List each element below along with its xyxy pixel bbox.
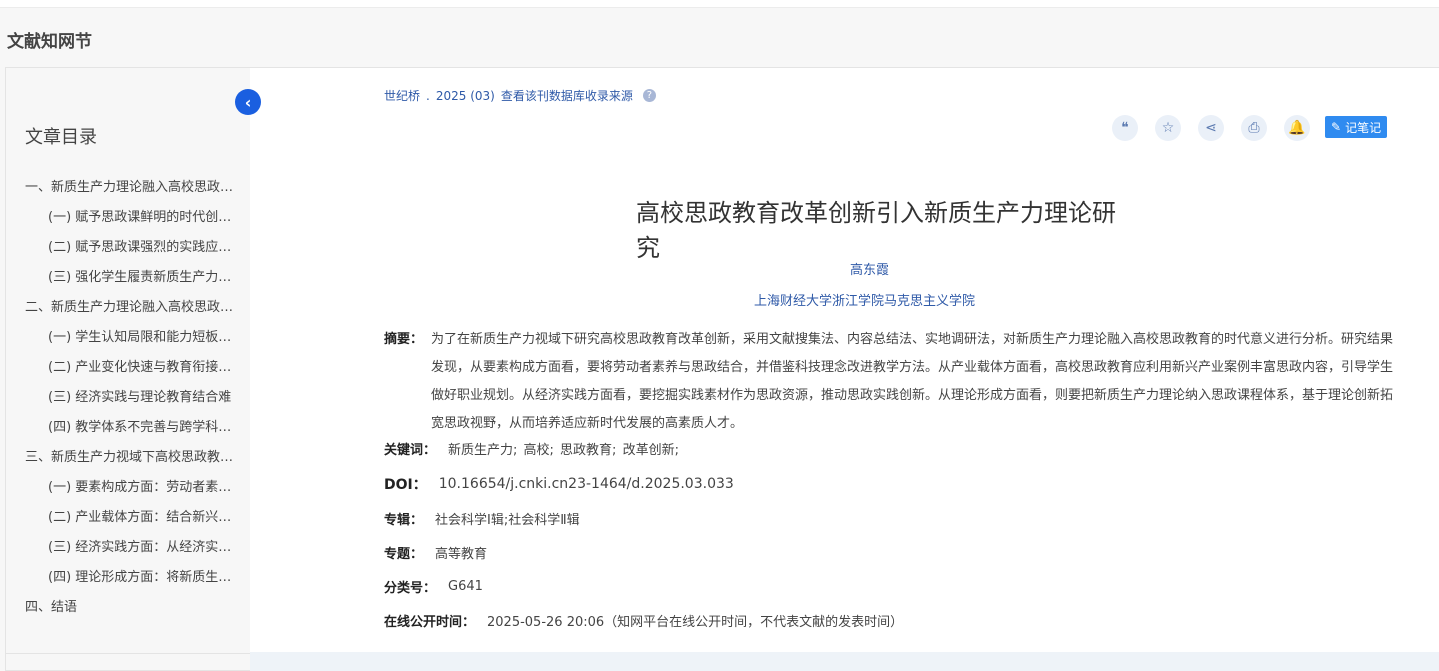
toc-list: 一、新质生产力理论融入高校思政… (一) 赋予思政课鲜明的时代创… (二) 赋予思政… — [25, 178, 247, 628]
toc-item[interactable]: (三) 强化学生履责新质生产力… — [25, 268, 247, 298]
collapse-sidebar-button[interactable]: ‹ — [235, 89, 261, 115]
toc-item[interactable]: 四、结语 — [25, 598, 247, 628]
source-separator: . — [426, 88, 430, 103]
journal-link[interactable]: 世纪桥 — [384, 87, 420, 104]
help-icon[interactable]: ? — [642, 89, 656, 102]
top-bar — [0, 0, 1439, 8]
toc-item[interactable]: (三) 经济实践方面：从经济实… — [25, 538, 247, 568]
print-icon[interactable]: ⎙ — [1241, 115, 1267, 141]
toc-item[interactable]: 三、新质生产力视域下高校思政教… — [25, 448, 247, 478]
article-toolbar: ❝ ☆ ⋖ ⎙ 🔔 — [1112, 115, 1310, 141]
take-notes-label: 记笔记 — [1345, 120, 1382, 135]
toc-item[interactable]: (一) 赋予思政课鲜明的时代创… — [25, 208, 247, 238]
abstract-text: 为了在新质生产力视域下研究高校思政教育改革创新，采用文献搜集法、内容总结法、实地… — [431, 332, 1394, 431]
class-label: 分类号： — [384, 581, 437, 596]
quote-icon[interactable]: ❝ — [1112, 115, 1138, 141]
doi-label: DOI： — [384, 477, 427, 493]
topic-row: 专题： 高等教育 — [384, 543, 487, 562]
keywords-label: 关键词： — [384, 443, 437, 458]
bell-icon[interactable]: 🔔 — [1284, 115, 1310, 141]
share-icon[interactable]: ⋖ — [1198, 115, 1224, 141]
article-title: 高校思政教育改革创新引入新质生产力理论研究 — [636, 199, 1116, 262]
pencil-icon: ✎ — [1331, 120, 1342, 134]
doi-row: DOI： 10.16654/j.cnki.cn23-1464/d.2025.03… — [384, 474, 734, 494]
toc-item[interactable]: 一、新质生产力理论融入高校思政… — [25, 178, 247, 208]
abstract: 摘要： 为了在新质生产力视域下研究高校思政教育改革创新，采用文献搜集法、内容总结… — [384, 326, 1394, 438]
author-link[interactable]: 高东霞 — [850, 259, 889, 278]
brand-title: 文献知网节 — [7, 32, 92, 52]
keyword-link[interactable]: 新质生产力; — [448, 443, 522, 458]
series-row: 专辑： 社会科学Ⅰ辑;社会科学Ⅱ辑 — [384, 509, 580, 528]
toc-item[interactable]: (一) 学生认知局限和能力短板… — [25, 328, 247, 358]
keyword-link[interactable]: 高校; — [524, 443, 559, 458]
toc-item[interactable]: 二、新质生产力理论融入高校思政… — [25, 298, 247, 328]
toc-item[interactable]: (四) 教学体系不完善与跨学科… — [25, 418, 247, 448]
toc-title: 文章目录 — [25, 127, 97, 148]
online-time-label: 在线公开时间： — [384, 615, 476, 630]
toc-item[interactable]: (四) 理论形成方面：将新质生… — [25, 568, 247, 598]
affiliation-link[interactable]: 上海财经大学浙江学院马克思主义学院 — [754, 290, 975, 309]
chevron-left-icon: ‹ — [244, 92, 252, 112]
issue-link[interactable]: 2025 (03) — [436, 89, 495, 103]
toc-item[interactable]: (一) 要素构成方面：劳动者素… — [25, 478, 247, 508]
online-time-value: 2025-05-26 20:06（知网平台在线公开时间，不代表文献的发表时间） — [487, 615, 904, 630]
source-line: 世纪桥 . 2025 (03) 查看该刊数据库收录来源 ? — [384, 87, 656, 104]
toc-item[interactable]: (三) 经济实践与理论教育结合难 — [25, 388, 247, 418]
article-main: 世纪桥 . 2025 (03) 查看该刊数据库收录来源 ? ❝ ☆ ⋖ ⎙ 🔔 … — [250, 67, 1439, 652]
class-value: G641 — [448, 579, 483, 594]
star-icon[interactable]: ☆ — [1155, 115, 1181, 141]
keyword-link[interactable]: 思政教育; — [560, 443, 621, 458]
take-notes-button[interactable]: ✎ 记笔记 — [1325, 116, 1388, 138]
keyword-link[interactable]: 改革创新; — [623, 443, 679, 458]
main-bottom-strip — [250, 652, 1439, 671]
toc-item[interactable]: (二) 赋予思政课强烈的实践应… — [25, 238, 247, 268]
database-source-link[interactable]: 查看该刊数据库收录来源 — [501, 87, 633, 104]
keywords-list: 新质生产力; 高校; 思政教育; 改革创新; — [448, 439, 681, 458]
keywords-row: 关键词： 新质生产力; 高校; 思政教育; 改革创新; — [384, 439, 681, 458]
topic-value: 高等教育 — [435, 547, 488, 562]
toc-sidebar: 文章目录 一、新质生产力理论融入高校思政… (一) 赋予思政课鲜明的时代创… (二)… — [5, 67, 251, 671]
doi-value: 10.16654/j.cnki.cn23-1464/d.2025.03.033 — [438, 476, 734, 492]
toc-item[interactable]: (二) 产业变化快速与教育衔接… — [25, 358, 247, 388]
toc-item[interactable]: (二) 产业载体方面：结合新兴… — [25, 508, 247, 538]
sidebar-divider — [6, 653, 251, 654]
topic-label: 专题： — [384, 547, 424, 562]
series-label: 专辑： — [384, 513, 424, 528]
abstract-label: 摘要： — [384, 332, 424, 347]
online-time-row: 在线公开时间： 2025-05-26 20:06（知网平台在线公开时间，不代表文… — [384, 611, 903, 630]
series-value: 社会科学Ⅰ辑;社会科学Ⅱ辑 — [435, 513, 580, 528]
class-row: 分类号： G641 — [384, 577, 483, 596]
